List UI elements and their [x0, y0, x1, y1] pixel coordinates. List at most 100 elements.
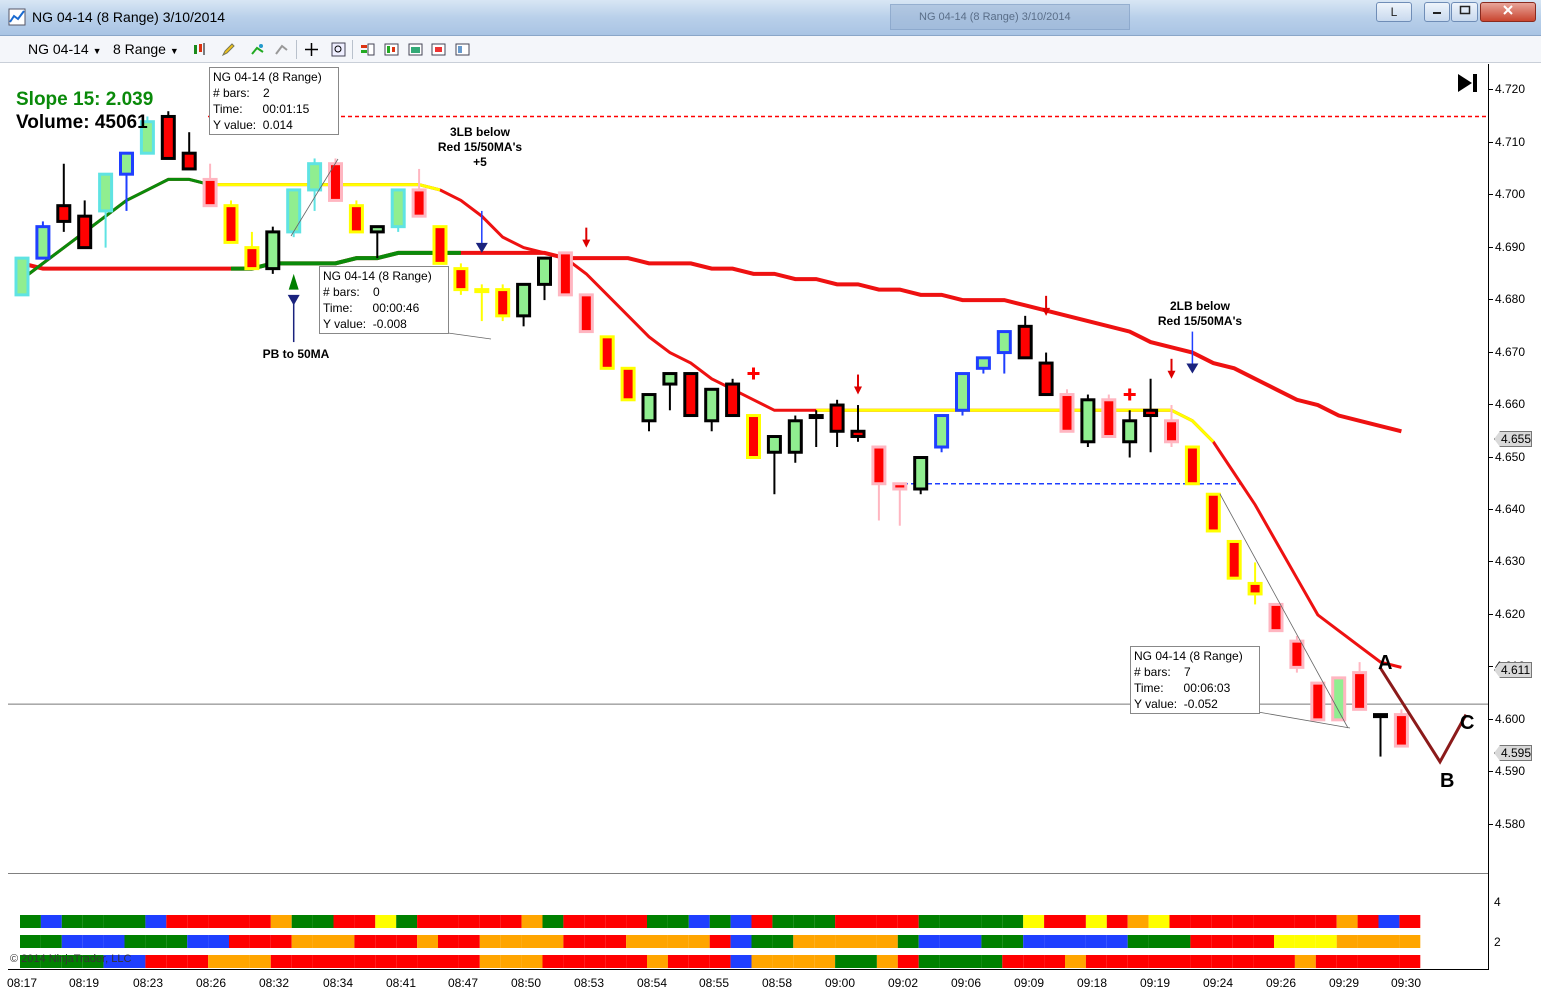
indicator-axis-tick: 2 [1494, 935, 1501, 949]
close-button[interactable] [1480, 2, 1536, 22]
indicator-cell [208, 955, 229, 968]
annotation-line: Red 15/50MA's [437, 140, 523, 154]
indicator-cell [1023, 915, 1045, 928]
time-axis[interactable]: 08:17 08:19 08:23 08:26 08:32 08:34 08:41 08:47… [7, 969, 1488, 1000]
period-selector[interactable]: 8 Range ▼ [113, 41, 179, 57]
indicator-cell [709, 935, 731, 948]
indicator-cell [876, 955, 898, 968]
indicator-cell [626, 915, 647, 928]
skip-to-end-icon[interactable] [1456, 72, 1480, 94]
measure-leader-line [447, 332, 492, 340]
indicator-cell [1253, 915, 1274, 928]
candle-body [348, 204, 364, 234]
indicator-cell [40, 935, 62, 948]
indicator-cell [333, 955, 355, 968]
indicator-cell [605, 955, 627, 968]
indicator-cell [1211, 935, 1233, 948]
annotation-pb: PB to 50MA [262, 347, 330, 361]
price-axis-tick: 4.640 [1488, 501, 1526, 516]
properties-icon[interactable] [431, 42, 446, 57]
indicator-cell [605, 935, 627, 948]
price-axis[interactable]: 4.720 4.710 4.700 4.690 4.680 4.670 4.660 4.650… [1488, 64, 1541, 970]
indicator-cell [208, 915, 229, 928]
indicator-cell [793, 935, 815, 948]
candle-body [369, 225, 385, 234]
indicator-cell [730, 955, 752, 968]
indicator-cell [1190, 915, 1212, 928]
indicator-cell [542, 915, 564, 928]
indicator-cell [375, 915, 397, 928]
maximize-button[interactable] [1451, 2, 1478, 22]
time-axis-tick: 09:06 [950, 976, 982, 990]
time-axis-tick: 08:23 [132, 976, 164, 990]
indicator-cell [417, 955, 438, 968]
indicator-panel[interactable] [8, 873, 1488, 969]
candle-body [98, 172, 114, 213]
indicator-cell [1315, 935, 1337, 948]
indicator-cell [312, 915, 334, 928]
instrument-selector[interactable]: NG 04-14 ▼ [28, 41, 102, 57]
candle-body [537, 256, 552, 286]
indicator-cell [20, 915, 41, 928]
toolbar-separator [296, 40, 297, 59]
window-layout-icon[interactable] [455, 42, 470, 57]
indicator-cell [981, 935, 1003, 948]
indicator-cell [1065, 915, 1086, 928]
indicator-cell [1315, 955, 1337, 968]
time-axis-tick: 08:19 [68, 976, 100, 990]
ghost-window-title: NG 04-14 (8 Range) 3/10/2014 [890, 4, 1130, 30]
indicator-cell [1044, 915, 1065, 928]
candle-body [1268, 602, 1284, 633]
candle-body [432, 225, 448, 265]
indicator-cell [145, 915, 167, 928]
price-axis-tick: 4.620 [1488, 606, 1526, 621]
indicator-cell [1044, 935, 1065, 948]
indicator-cell [354, 935, 376, 948]
pencil-draw-icon[interactable] [221, 42, 236, 57]
candle-body [1038, 361, 1054, 397]
candle-body [1184, 445, 1200, 486]
indicator-cell [1357, 915, 1379, 928]
strategy-icon[interactable] [274, 42, 289, 57]
indicator-cell [396, 935, 418, 948]
candle-body [516, 282, 532, 318]
data-box-icon[interactable] [360, 42, 375, 57]
indicator-cell [1357, 935, 1379, 948]
candle-body [808, 414, 824, 420]
indicator-cell [82, 915, 104, 928]
indicator-cell [793, 915, 815, 928]
indicator-cell [249, 935, 271, 948]
info-box-row: # bars: 2 [213, 86, 270, 100]
minimize-button[interactable] [1424, 2, 1450, 22]
time-axis-tick: 08:54 [636, 976, 668, 990]
indicator-cell [312, 955, 334, 968]
indicator-cell [563, 935, 585, 948]
candle-body [77, 214, 93, 250]
templates-icon[interactable] [408, 42, 423, 57]
crosshair-icon[interactable] [304, 42, 319, 57]
sell-arrow-head [854, 386, 862, 395]
time-axis-tick: 09:18 [1076, 976, 1108, 990]
window-title: NG 04-14 (8 Range) 3/10/2014 [32, 9, 226, 25]
indicator-cell [1294, 935, 1316, 948]
indicator-cell [1274, 915, 1295, 928]
indicator-cell [772, 915, 794, 928]
time-axis-tick: 08:34 [322, 976, 354, 990]
annotation-2lb: 2LB below Red 15/50MA's [1140, 299, 1260, 329]
indicator-cell [417, 935, 438, 948]
indicator-cell [1169, 915, 1191, 928]
candle-body [683, 372, 699, 418]
price-panel[interactable] [8, 64, 1488, 872]
indicator-cell [333, 935, 355, 948]
candle-body [934, 414, 950, 449]
chart-trader-icon[interactable] [384, 42, 399, 57]
indicator-add-icon[interactable] [250, 42, 265, 57]
indicator-cell [709, 955, 731, 968]
time-axis-tick: 08:32 [258, 976, 290, 990]
candle-body [641, 393, 657, 423]
link-button[interactable]: L [1376, 2, 1412, 22]
indicator-cell [61, 935, 83, 948]
candle-body [725, 382, 741, 418]
bar-type-icon[interactable] [192, 42, 207, 57]
zoom-icon[interactable] [331, 42, 346, 57]
